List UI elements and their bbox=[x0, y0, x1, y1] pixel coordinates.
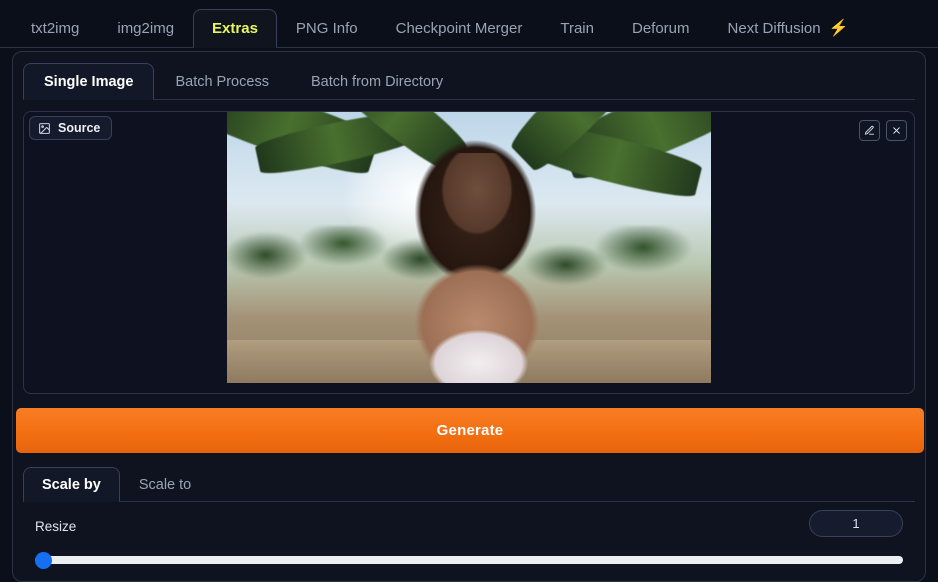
resize-value-input[interactable] bbox=[809, 510, 903, 537]
extras-sub-tab-bar: Single Image Batch Process Batch from Di… bbox=[23, 62, 915, 100]
subtab-batch-process[interactable]: Batch Process bbox=[154, 63, 290, 99]
subtab-label: Single Image bbox=[44, 73, 134, 90]
tab-label: Checkpoint Merger bbox=[395, 20, 523, 37]
resize-slider-row: Resize bbox=[23, 502, 915, 569]
subtab-batch-from-directory[interactable]: Batch from Directory bbox=[290, 63, 464, 99]
close-icon[interactable] bbox=[886, 120, 907, 141]
main-tab-bar: txt2img img2img Extras PNG Info Checkpoi… bbox=[0, 0, 938, 48]
resize-label: Resize bbox=[35, 519, 77, 534]
source-chip-label: Source bbox=[58, 121, 101, 135]
extras-panel: Single Image Batch Process Batch from Di… bbox=[12, 51, 926, 582]
tab-label: PNG Info bbox=[295, 20, 358, 37]
app-root: txt2img img2img Extras PNG Info Checkpoi… bbox=[0, 0, 938, 582]
scale-tab-bar: Scale by Scale to bbox=[23, 466, 915, 502]
subject-clothing bbox=[418, 317, 539, 383]
tab-label: Next Diffusion bbox=[727, 20, 821, 37]
tab-label: img2img bbox=[117, 20, 175, 37]
tab-extras[interactable]: Extras bbox=[193, 9, 277, 48]
tab-label: Deforum bbox=[631, 20, 690, 37]
subtab-single-image[interactable]: Single Image bbox=[23, 63, 155, 100]
tab-train[interactable]: Train bbox=[541, 9, 613, 47]
pencil-icon[interactable] bbox=[859, 120, 880, 141]
tab-checkpoint-merger[interactable]: Checkpoint Merger bbox=[377, 9, 542, 47]
subtab-label: Batch Process bbox=[175, 73, 269, 90]
tab-label: Extras bbox=[212, 20, 258, 37]
tab-txt2img[interactable]: txt2img bbox=[12, 9, 98, 47]
tab-deforum[interactable]: Deforum bbox=[613, 9, 709, 47]
tab-scale-to[interactable]: Scale to bbox=[120, 467, 210, 501]
slider-thumb[interactable] bbox=[35, 552, 52, 569]
tab-label: txt2img bbox=[31, 20, 80, 37]
scale-tab-label: Scale by bbox=[42, 476, 101, 493]
tab-png-info[interactable]: PNG Info bbox=[277, 9, 377, 47]
scale-tab-label: Scale to bbox=[138, 476, 192, 493]
slider-track[interactable] bbox=[35, 556, 903, 564]
source-image[interactable] bbox=[227, 112, 711, 383]
image-action-buttons bbox=[859, 120, 907, 141]
image-icon bbox=[38, 122, 51, 135]
resize-slider[interactable] bbox=[35, 552, 903, 569]
tab-label: Train bbox=[560, 20, 594, 37]
tab-img2img[interactable]: img2img bbox=[98, 9, 193, 47]
lightning-bolt-icon: ⚡ bbox=[828, 19, 849, 37]
tab-next-diffusion[interactable]: Next Diffusion ⚡ bbox=[709, 9, 868, 47]
subtab-label: Batch from Directory bbox=[310, 73, 444, 90]
source-image-panel[interactable]: Source bbox=[23, 111, 915, 394]
generate-button[interactable]: Generate bbox=[16, 408, 924, 453]
scale-panel: Scale by Scale to Resize bbox=[23, 466, 915, 569]
tab-scale-by[interactable]: Scale by bbox=[23, 467, 120, 502]
source-chip: Source bbox=[29, 116, 113, 140]
resize-header: Resize bbox=[35, 510, 903, 540]
